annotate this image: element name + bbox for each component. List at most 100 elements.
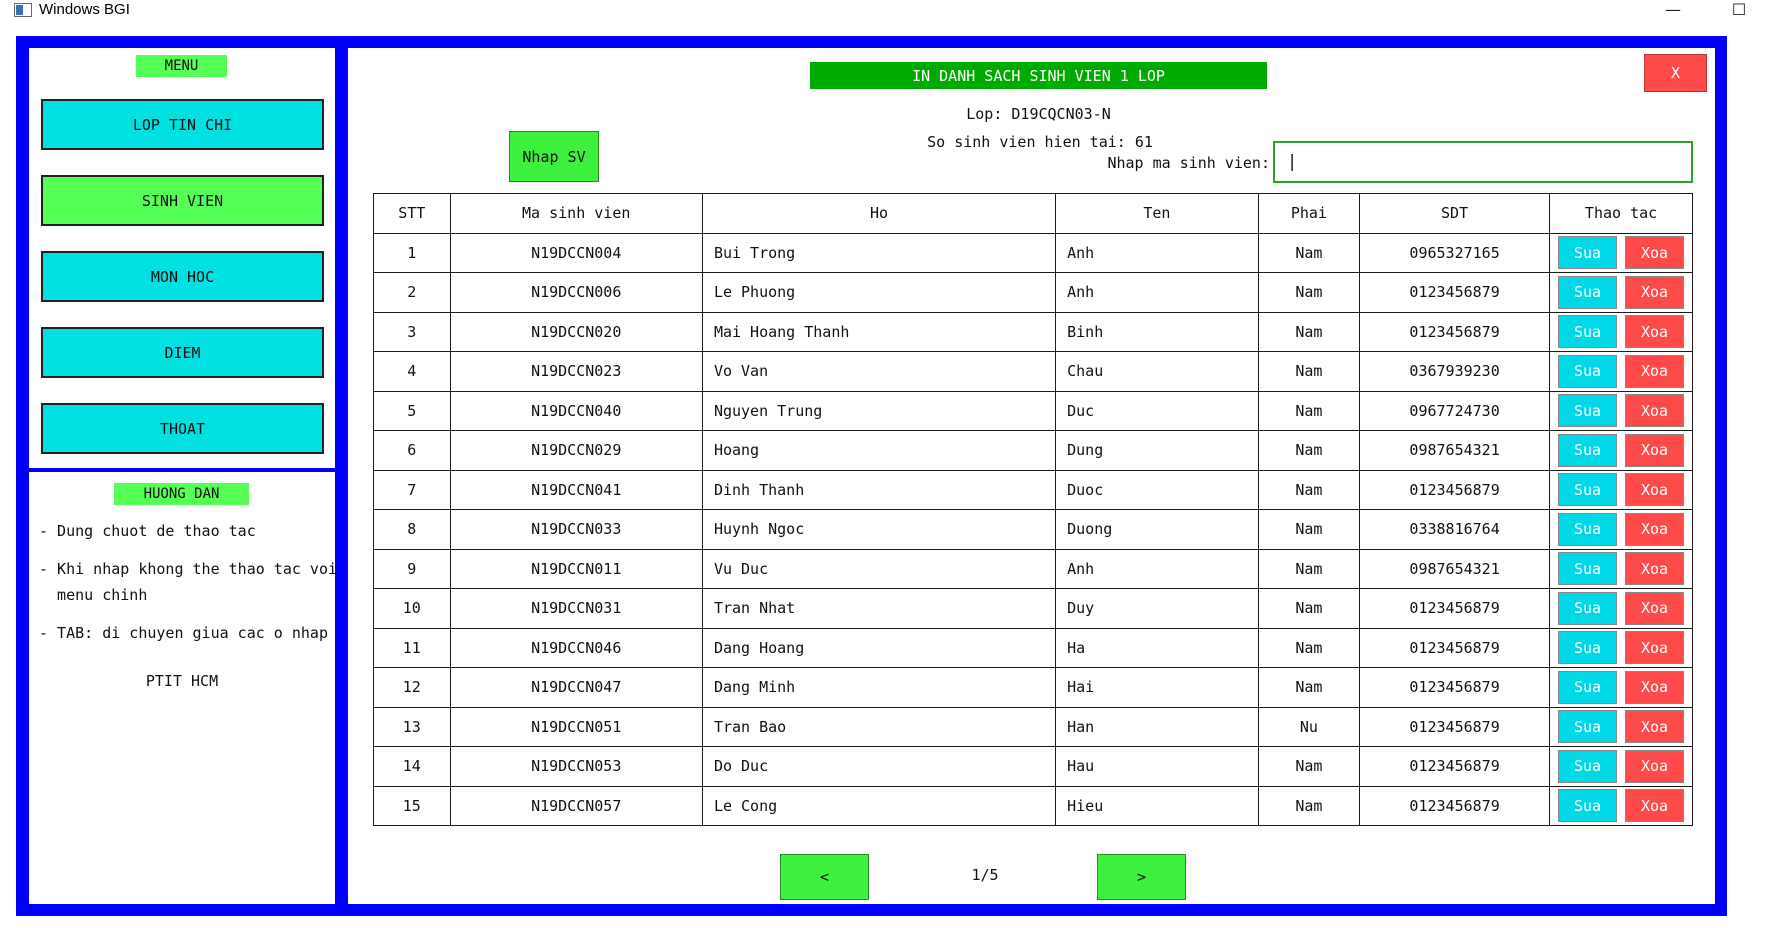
close-button[interactable]: X [1644,54,1707,92]
cell-stt: 7 [373,469,451,510]
window-title: Windows BGI [39,1,130,18]
table-row: 10 N19DCCN031 Tran Nhat Duy Nam 0123456879 Sua… [373,588,1693,629]
delete-button[interactable]: Xoa [1625,670,1685,704]
cell-actions: Sua Xoa [1549,272,1693,313]
delete-button[interactable]: Xoa [1625,433,1685,467]
edit-button[interactable]: Sua [1558,631,1618,665]
table-row: 6 N19DCCN029 Hoang Dung Nam 0987654321 Sua Xoa [373,430,1693,471]
edit-button[interactable]: Sua [1558,394,1618,428]
edit-button[interactable]: Sua [1558,749,1618,783]
menu-item-thoat[interactable]: THOAT [41,403,324,454]
student-id-input[interactable]: | [1273,141,1693,183]
menu-item-mon-hoc[interactable]: MON HOC [41,251,324,302]
cell-phone: 0123456879 [1359,706,1551,747]
cell-first-name: Anh [1055,548,1259,589]
delete-button[interactable]: Xoa [1625,710,1685,744]
row-actions: Sua Xoa [1550,591,1692,625]
cell-student-id: N19DCCN031 [449,588,703,629]
col-phone: SDT [1359,193,1551,234]
minimize-icon[interactable]: — [1658,0,1688,22]
cell-stt: 1 [373,232,451,273]
cell-actions: Sua Xoa [1549,509,1693,550]
delete-button[interactable]: Xoa [1625,315,1685,349]
edit-button[interactable]: Sua [1558,315,1618,349]
edit-button[interactable]: Sua [1558,433,1618,467]
cell-student-id: N19DCCN051 [449,706,703,747]
cell-first-name: Duy [1055,588,1259,629]
edit-button[interactable]: Sua [1558,591,1618,625]
delete-button[interactable]: Xoa [1625,552,1685,586]
cell-stt: 8 [373,509,451,550]
edit-button[interactable]: Sua [1558,473,1618,507]
cell-stt: 10 [373,588,451,629]
cell-stt: 5 [373,390,451,431]
row-actions: Sua Xoa [1550,631,1692,665]
row-actions: Sua Xoa [1550,512,1692,546]
cell-actions: Sua Xoa [1549,746,1693,787]
delete-button[interactable]: Xoa [1625,631,1685,665]
menu-item-lop-tin-chi[interactable]: LOP TIN CHI [41,99,324,150]
cell-phone: 0987654321 [1359,430,1551,471]
cell-actions: Sua Xoa [1549,785,1693,826]
cell-phone: 0123456879 [1359,746,1551,787]
cell-first-name: Duong [1055,509,1259,550]
cell-actions: Sua Xoa [1549,390,1693,431]
delete-button[interactable]: Xoa [1625,512,1685,546]
delete-button[interactable]: Xoa [1625,749,1685,783]
cell-last-name: Mai Hoang Thanh [701,311,1057,352]
add-student-button[interactable]: Nhap SV [509,131,599,182]
delete-button[interactable]: Xoa [1625,591,1685,625]
guide-line-2: - Khi nhap khong the thao tac voi [39,560,338,578]
cell-gender: Nam [1257,588,1361,629]
row-actions: Sua Xoa [1550,552,1692,586]
delete-button[interactable]: Xoa [1625,236,1685,270]
cell-actions: Sua Xoa [1549,351,1693,392]
delete-button[interactable]: Xoa [1625,473,1685,507]
menu-item-sinh-vien[interactable]: SINH VIEN [41,175,324,226]
cell-last-name: Dang Minh [701,667,1057,708]
cell-phone: 0123456879 [1359,311,1551,352]
cell-first-name: Hau [1055,746,1259,787]
col-first-name: Ten [1055,193,1259,234]
cell-phone: 0967724730 [1359,390,1551,431]
menu-item-diem[interactable]: DIEM [41,327,324,378]
footer-text: PTIT HCM [145,672,219,690]
cell-last-name: Do Duc [701,746,1057,787]
edit-button[interactable]: Sua [1558,275,1618,309]
guide-label: HUONG DAN [114,483,249,505]
col-student-id: Ma sinh vien [449,193,703,234]
guide-line-3: menu chinh [39,586,148,604]
edit-button[interactable]: Sua [1558,552,1618,586]
edit-button[interactable]: Sua [1558,670,1618,704]
edit-button[interactable]: Sua [1558,512,1618,546]
maximize-icon[interactable]: ☐ [1724,0,1754,22]
cell-first-name: Anh [1055,232,1259,273]
cell-student-id: N19DCCN033 [449,509,703,550]
prev-page-button[interactable]: < [780,854,869,900]
table-row: 1 N19DCCN004 Bui Trong Anh Nam 0965327165 Sua X… [373,232,1693,273]
edit-button[interactable]: Sua [1558,710,1618,744]
delete-button[interactable]: Xoa [1625,394,1685,428]
menu-label: MENU [136,55,227,77]
cell-stt: 9 [373,548,451,589]
cell-student-id: N19DCCN057 [449,785,703,826]
cell-actions: Sua Xoa [1549,430,1693,471]
cell-student-id: N19DCCN006 [449,272,703,313]
table-row: 5 N19DCCN040 Nguyen Trung Duc Nam 0967724730 S… [373,390,1693,431]
edit-button[interactable]: Sua [1558,789,1618,823]
delete-button[interactable]: Xoa [1625,789,1685,823]
cell-stt: 2 [373,272,451,313]
delete-button[interactable]: Xoa [1625,275,1685,309]
student-table: STT Ma sinh vien Ho Ten Phai SDT Thao ta… [373,193,1693,826]
cell-last-name: Le Cong [701,785,1057,826]
delete-button[interactable]: Xoa [1625,354,1685,388]
cell-actions: Sua Xoa [1549,548,1693,589]
cell-gender: Nam [1257,272,1361,313]
cell-first-name: Hai [1055,667,1259,708]
cell-phone: 0123456879 [1359,272,1551,313]
cell-phone: 0123456879 [1359,588,1551,629]
edit-button[interactable]: Sua [1558,236,1618,270]
next-page-button[interactable]: > [1097,854,1186,900]
edit-button[interactable]: Sua [1558,354,1618,388]
row-actions: Sua Xoa [1550,354,1692,388]
